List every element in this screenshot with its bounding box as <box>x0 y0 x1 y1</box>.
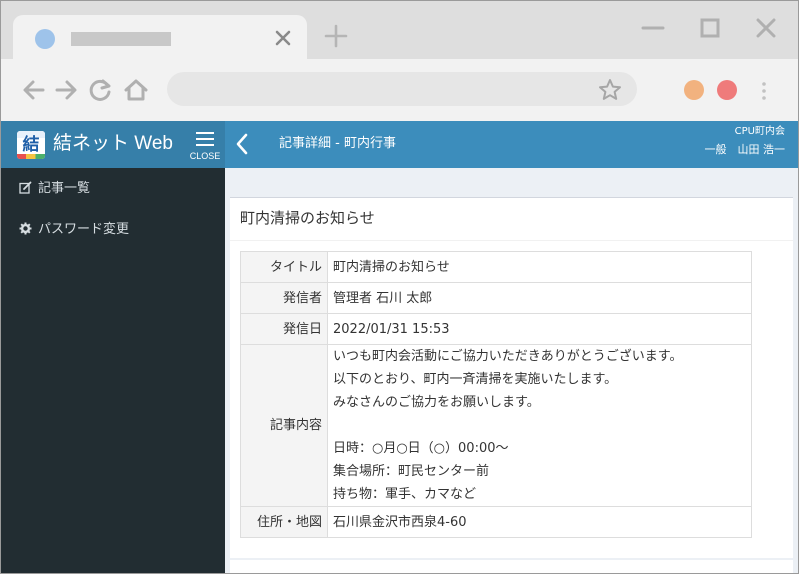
home-icon[interactable] <box>123 77 149 103</box>
user-name[interactable]: 一般 山田 浩一 <box>705 142 786 157</box>
sidebar-item-label: 記事一覧 <box>38 181 91 196</box>
sidebar: 記事一覧 パスワード変更 <box>1 168 225 573</box>
forward-arrow-icon[interactable] <box>53 77 79 103</box>
sidebar-toggle-button[interactable]: CLOSE <box>187 129 223 163</box>
row-label: 発信者 <box>240 282 328 314</box>
row-label: 記事内容 <box>240 344 328 507</box>
back-chevron-icon[interactable] <box>233 132 251 156</box>
maximize-icon[interactable] <box>695 13 725 43</box>
sidebar-item-articles[interactable]: 記事一覧 <box>19 179 90 199</box>
app-logo-icon: 結 <box>17 131 45 159</box>
table-row: 記事内容 いつも町内会活動にご協力いただきありがとうございます。 以下のとおり、… <box>240 344 752 507</box>
app-header: 結 結ネット Web CLOSE 記事詳細 - 町内行事 CPU町内会 一般 山… <box>1 121 798 168</box>
reload-icon[interactable] <box>87 77 113 103</box>
row-label: 発信日 <box>240 313 328 345</box>
edit-icon <box>19 181 32 194</box>
article-body: いつも町内会活動にご協力いただきありがとうございます。 以下のとおり、町内一斉清… <box>327 344 752 507</box>
content-area: 町内清掃のお知らせ タイトル 町内清掃のお知らせ 発信者 管理者 石川 太郎 発… <box>225 168 798 573</box>
table-row: 発信者 管理者 石川 太郎 <box>240 282 752 314</box>
tab-title-placeholder <box>71 32 171 46</box>
article-box: 町内清掃のお知らせ タイトル 町内清掃のお知らせ 発信者 管理者 石川 太郎 発… <box>230 197 793 558</box>
tab-strip <box>1 1 798 61</box>
footer-strip <box>230 560 793 573</box>
hamburger-icon <box>196 132 214 146</box>
profile-icon[interactable] <box>717 80 737 100</box>
article-detail-table: タイトル 町内清掃のお知らせ 発信者 管理者 石川 太郎 発信日 2022/01… <box>240 251 752 538</box>
bookmark-star-icon[interactable] <box>597 77 623 103</box>
logo-char: 結 <box>22 135 40 155</box>
address-bar[interactable] <box>167 72 637 106</box>
row-value: 管理者 石川 太郎 <box>327 282 752 314</box>
divider <box>230 240 793 241</box>
minimize-icon[interactable] <box>638 13 668 43</box>
sidebar-item-password[interactable]: パスワード変更 <box>19 220 129 240</box>
extension-icon[interactable] <box>684 80 704 100</box>
close-label: CLOSE <box>189 151 221 161</box>
row-value: 2022/01/31 15:53 <box>327 313 752 345</box>
close-window-icon[interactable] <box>751 13 781 43</box>
sidebar-item-label: パスワード変更 <box>38 222 130 237</box>
table-row: タイトル 町内清掃のお知らせ <box>240 251 752 283</box>
brand-name: 結ネット Web <box>53 133 174 154</box>
row-value: 町内清掃のお知らせ <box>327 251 752 283</box>
row-label: 住所・地図 <box>240 506 328 538</box>
table-row: 発信日 2022/01/31 15:53 <box>240 313 752 345</box>
close-tab-icon[interactable] <box>269 24 297 52</box>
brand[interactable]: 結 結ネット Web CLOSE <box>1 121 225 168</box>
org-name: CPU町内会 <box>734 126 785 137</box>
browser-window: 結 結ネット Web CLOSE 記事詳細 - 町内行事 CPU町内会 一般 山… <box>0 0 799 574</box>
address-value[interactable]: 石川県金沢市西泉4-60 <box>327 506 752 538</box>
page-title: 記事詳細 - 町内行事 <box>279 136 396 151</box>
gear-icon <box>19 222 32 235</box>
article-heading: 町内清掃のお知らせ <box>240 209 375 227</box>
favicon-icon <box>35 29 55 49</box>
more-menu-icon[interactable] <box>759 79 769 103</box>
row-label: タイトル <box>240 251 328 283</box>
browser-tab[interactable] <box>13 15 307 61</box>
back-arrow-icon[interactable] <box>21 77 47 103</box>
new-tab-icon[interactable] <box>323 23 349 49</box>
table-row: 住所・地図 石川県金沢市西泉4-60 <box>240 506 752 538</box>
browser-toolbar <box>1 59 798 121</box>
